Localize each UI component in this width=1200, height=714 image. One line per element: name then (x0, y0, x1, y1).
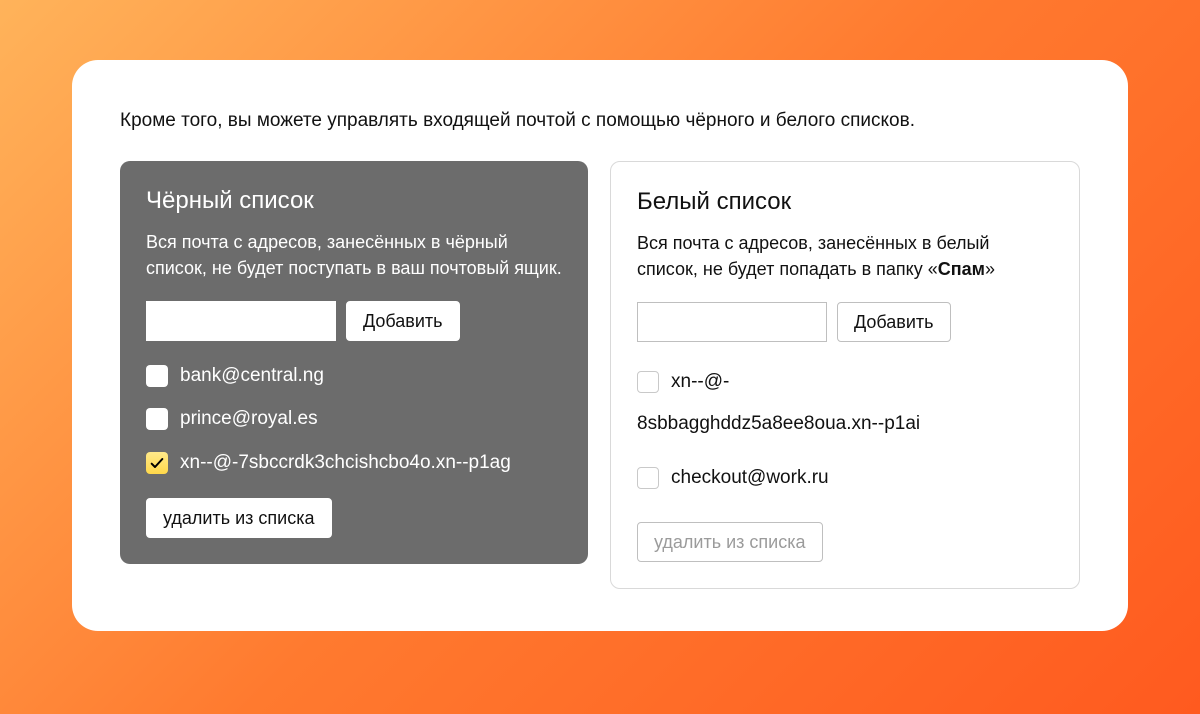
blacklist-email-input[interactable] (146, 301, 336, 341)
panels-row: Чёрный список Вся почта с адресов, занес… (120, 161, 1080, 589)
blacklist-list: bank@central.ng prince@royal.es xn--@-7sbc… (146, 363, 562, 476)
whitelist-add-button[interactable]: Добавить (837, 302, 951, 342)
blacklist-remove-button[interactable]: удалить из списка (146, 498, 332, 538)
list-item: bank@central.ng (146, 363, 562, 389)
list-item-row: xn--@- (637, 364, 1053, 400)
intro-text: Кроме того, вы можете управлять входящей… (120, 108, 1080, 135)
list-item: xn--@-7sbccrdk3chcishcbo4o.xn--p1ag (146, 450, 562, 476)
blacklist-input-row: Добавить (146, 301, 562, 341)
list-item-label: xn--@-7sbccrdk3chcishcbo4o.xn--p1ag (180, 450, 511, 476)
settings-card: Кроме того, вы можете управлять входящей… (72, 60, 1128, 631)
checkbox[interactable] (637, 467, 659, 489)
whitelist-panel: Белый список Вся почта с адресов, занесё… (610, 161, 1080, 589)
list-item: prince@royal.es (146, 406, 562, 432)
whitelist-desc-suffix: » (985, 259, 995, 279)
whitelist-title: Белый список (637, 188, 1053, 216)
whitelist-desc-prefix: Вся почта с адресов, занесённых в белый … (637, 233, 990, 279)
checkbox[interactable] (637, 371, 659, 393)
whitelist-list: xn--@- 8sbbagghddz5a8ee8oua.xn--p1ai check… (637, 364, 1053, 496)
checkbox[interactable] (146, 452, 168, 474)
list-item-label: prince@royal.es (180, 406, 318, 432)
list-item-label: xn--@- (671, 364, 729, 400)
blacklist-title: Чёрный список (146, 187, 562, 215)
whitelist-remove-button[interactable]: удалить из списка (637, 522, 823, 562)
list-item-label: checkout@work.ru (671, 460, 829, 496)
list-item: checkout@work.ru (637, 460, 1053, 496)
blacklist-panel: Чёрный список Вся почта с адресов, занес… (120, 161, 588, 564)
whitelist-input-row: Добавить (637, 302, 1053, 342)
list-item-label: bank@central.ng (180, 363, 324, 389)
list-item: xn--@- 8sbbagghddz5a8ee8oua.xn--p1ai (637, 364, 1053, 442)
checkbox[interactable] (146, 365, 168, 387)
whitelist-desc-bold: Спам (938, 259, 985, 279)
list-item-label-continuation: 8sbbagghddz5a8ee8oua.xn--p1ai (637, 406, 1053, 442)
checkbox[interactable] (146, 408, 168, 430)
blacklist-add-button[interactable]: Добавить (346, 301, 460, 341)
whitelist-email-input[interactable] (637, 302, 827, 342)
whitelist-desc: Вся почта с адресов, занесённых в белый … (637, 230, 1053, 282)
list-item-row: checkout@work.ru (637, 460, 1053, 496)
check-icon (149, 455, 165, 471)
blacklist-desc: Вся почта с адресов, занесённых в чёрный… (146, 229, 562, 281)
